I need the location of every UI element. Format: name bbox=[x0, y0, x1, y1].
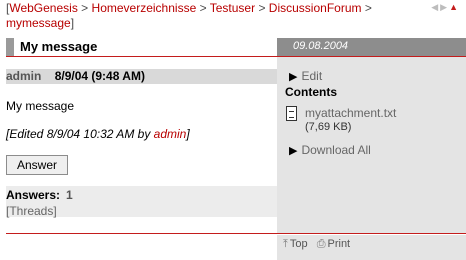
answer-button[interactable]: Answer bbox=[6, 155, 68, 175]
file-icon bbox=[286, 106, 297, 121]
edit-label: Edit bbox=[301, 69, 323, 83]
answers-label: Answers: bbox=[6, 188, 61, 202]
breadcrumb-link-homeverzeichnisse[interactable]: Homeverzeichnisse bbox=[92, 1, 197, 15]
breadcrumb: [WebGenesis > Homeverzeichnisse > Testus… bbox=[6, 1, 372, 30]
breadcrumb-separator: > bbox=[258, 1, 266, 15]
printer-icon: ⎙ bbox=[316, 238, 326, 250]
top-label: Top bbox=[289, 238, 308, 250]
message-meta: admin 8/9/04 (9:48 AM) bbox=[6, 69, 277, 84]
breadcrumb-separator: > bbox=[81, 1, 89, 15]
triangle-right-icon: ▶ bbox=[289, 145, 298, 157]
triangle-right-icon: ▶ bbox=[289, 71, 298, 83]
divider-bottom bbox=[6, 233, 466, 234]
footer-links: ⤒ Top ⎙ Print bbox=[283, 238, 350, 251]
attachment-item[interactable]: myattachment.txt (7,69 KB) bbox=[286, 106, 396, 133]
breadcrumb-link-discussionforum[interactable]: DiscussionForum bbox=[269, 1, 362, 15]
download-all-link[interactable]: ▶ Download All bbox=[289, 143, 371, 157]
breadcrumb-separator: > bbox=[199, 1, 207, 15]
message-body: My message bbox=[6, 99, 75, 113]
breadcrumb-separator: > bbox=[364, 1, 372, 15]
answers-box: Answers: 1 [Threads] bbox=[6, 186, 277, 218]
up-arrow-icon[interactable]: ▲ bbox=[449, 2, 460, 12]
download-all-label: Download All bbox=[301, 143, 371, 157]
breadcrumb-link-testuser[interactable]: Testuser bbox=[210, 1, 255, 15]
edited-by-link[interactable]: admin bbox=[154, 127, 187, 141]
answers-count: 1 bbox=[66, 188, 73, 202]
print-link[interactable]: ⎙ Print bbox=[317, 238, 350, 250]
attachment-name[interactable]: myattachment.txt bbox=[305, 106, 396, 120]
message-date: 09.08.2004 bbox=[277, 38, 466, 56]
threads-link[interactable]: [Threads] bbox=[6, 204, 277, 218]
edited-prefix: [Edited 8/9/04 10:32 AM by bbox=[6, 127, 154, 141]
page-navigation: ◀▶▲ bbox=[431, 2, 460, 13]
attachment-size: (7,69 KB) bbox=[305, 121, 352, 133]
page-title: My message bbox=[6, 38, 277, 56]
previous-arrow-icon[interactable]: ◀ bbox=[431, 2, 440, 12]
contents-heading: Contents bbox=[285, 85, 337, 99]
top-link[interactable]: ⤒ Top bbox=[283, 238, 308, 250]
message-author: admin bbox=[6, 69, 42, 83]
edited-note: [Edited 8/9/04 10:32 AM by admin] bbox=[6, 127, 190, 141]
next-arrow-icon[interactable]: ▶ bbox=[440, 2, 449, 12]
print-label: Print bbox=[327, 238, 351, 250]
arrow-to-top-icon: ⤒ bbox=[283, 238, 288, 250]
edit-link[interactable]: ▶ Edit bbox=[289, 69, 322, 83]
edited-suffix: ] bbox=[186, 127, 190, 141]
breadcrumb-link-webgenesis[interactable]: WebGenesis bbox=[9, 1, 77, 15]
breadcrumb-link-mymessage[interactable]: mymessage bbox=[6, 16, 71, 30]
message-datetime: 8/9/04 (9:48 AM) bbox=[54, 69, 145, 83]
